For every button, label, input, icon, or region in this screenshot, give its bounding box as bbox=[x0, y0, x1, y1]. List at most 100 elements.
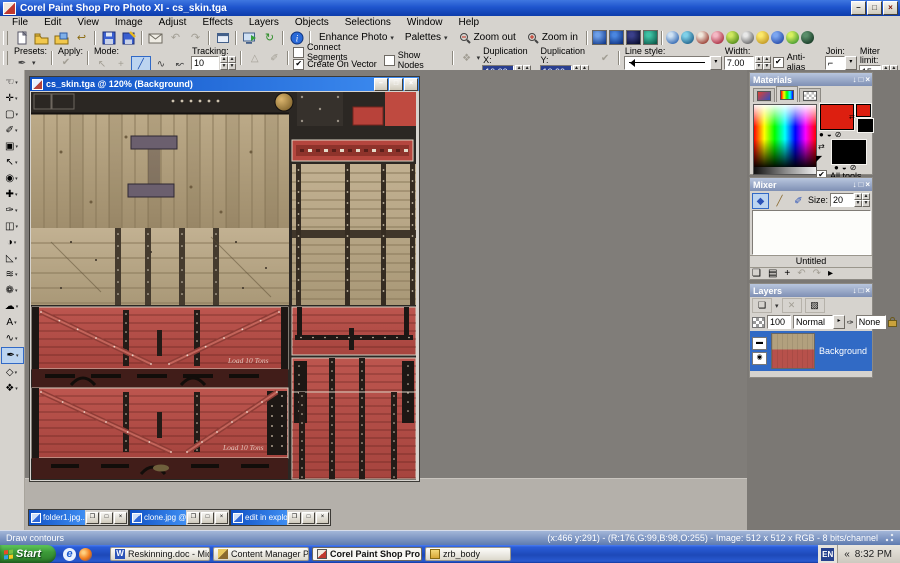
menu-view[interactable]: View bbox=[69, 17, 107, 28]
close-button[interactable]: × bbox=[316, 512, 329, 524]
color-picker[interactable] bbox=[753, 104, 817, 168]
new-button[interactable] bbox=[12, 30, 31, 46]
chevron-right-icon[interactable]: ▸ bbox=[833, 315, 845, 329]
effect-diamond-icon[interactable] bbox=[771, 31, 784, 44]
task-button-4[interactable]: zrb_body bbox=[425, 547, 511, 561]
start-button[interactable]: Start bbox=[0, 545, 56, 563]
effect-blue-icon[interactable] bbox=[609, 30, 624, 45]
close-button[interactable]: × bbox=[883, 1, 898, 15]
node-type-icon[interactable]: ❖ bbox=[458, 51, 476, 65]
crop-tool[interactable]: ▣▾ bbox=[1, 139, 22, 154]
clock[interactable]: 8:32 PM bbox=[855, 549, 892, 560]
import-button[interactable]: ↩ bbox=[72, 30, 91, 46]
rainbow-tab[interactable] bbox=[776, 86, 798, 102]
swatches-tab[interactable] bbox=[799, 88, 821, 102]
chevron-down-icon[interactable]: ▾ bbox=[32, 59, 36, 67]
connect-segments-checkbox[interactable]: Connect Segments bbox=[293, 47, 382, 58]
task-button-1[interactable]: WReskinning.doc - Microso... bbox=[110, 547, 210, 561]
minimized-window[interactable]: folder1.jpg...❐□× bbox=[28, 509, 129, 526]
menu-layers[interactable]: Layers bbox=[241, 17, 287, 28]
mixer-titlebar[interactable]: Mixer ↓ □ × bbox=[750, 178, 872, 191]
transparent-toggle-icon[interactable]: ◤ bbox=[816, 154, 822, 163]
lock-icon[interactable] bbox=[888, 320, 897, 327]
layer-row-background[interactable]: ▬ ◉ Background bbox=[750, 331, 872, 371]
minimized-window[interactable]: edit in explo...❐□× bbox=[230, 509, 331, 526]
refresh-button[interactable]: ↻ bbox=[260, 30, 279, 46]
line-style-dropdown[interactable]: ▾ bbox=[624, 56, 722, 70]
flood-fill-tool[interactable]: ❖▾ bbox=[1, 381, 22, 396]
unmix-icon[interactable]: ↶ bbox=[797, 268, 805, 279]
width-spinner[interactable]: ▲▼▲▼ bbox=[755, 56, 771, 70]
float-icon[interactable]: □ bbox=[858, 181, 863, 189]
restore-button[interactable]: ❐ bbox=[86, 512, 99, 524]
restore-button[interactable]: ❐ bbox=[187, 512, 200, 524]
join-dropdown[interactable]: ⌐ ▾ bbox=[825, 56, 857, 70]
pick-tool[interactable]: ↖▾ bbox=[1, 155, 22, 170]
browse-button[interactable] bbox=[52, 30, 71, 46]
menu-selections[interactable]: Selections bbox=[337, 17, 399, 28]
float-icon[interactable]: □ bbox=[858, 287, 863, 295]
load-mixer-page-icon[interactable]: ▤ bbox=[768, 268, 777, 279]
apply-button[interactable]: ✔ bbox=[57, 56, 75, 69]
frame-tab[interactable] bbox=[753, 88, 775, 102]
pen-tool[interactable]: ✒▾ bbox=[1, 347, 24, 364]
document-titlebar[interactable]: cs_skin.tga @ 120% (Background) – □ × bbox=[30, 77, 419, 91]
maximize-button[interactable]: □ bbox=[201, 512, 214, 524]
doc-close-button[interactable]: × bbox=[404, 78, 418, 91]
node-pen-icon[interactable]: ✐ bbox=[266, 51, 284, 65]
effect-stamp-icon[interactable] bbox=[711, 31, 724, 44]
foreground-color-mini[interactable] bbox=[856, 104, 871, 117]
edit-selection-icon[interactable]: ▨ bbox=[805, 298, 825, 313]
presets-button[interactable]: ✒ bbox=[13, 56, 31, 70]
layers-titlebar[interactable]: Layers ↓ □ × bbox=[750, 284, 872, 297]
resize-button[interactable] bbox=[213, 30, 232, 46]
zoom-in-button[interactable]: Zoom in bbox=[522, 30, 583, 46]
mixer-knife-icon[interactable]: ╱ bbox=[771, 193, 788, 209]
transparent-style-icon[interactable]: ⊘ bbox=[835, 130, 842, 139]
contiguous-icon[interactable]: △ bbox=[246, 51, 264, 65]
menu-effects[interactable]: Effects bbox=[194, 17, 240, 28]
anti-alias-checkbox[interactable]: ✔Anti-alias bbox=[773, 57, 823, 68]
effect-browser-icon[interactable] bbox=[592, 30, 607, 45]
task-button-2[interactable]: Content Manager Plus bbox=[213, 547, 309, 561]
width-input[interactable]: 7.00 bbox=[724, 56, 754, 70]
panel-close-icon[interactable]: × bbox=[865, 287, 870, 295]
chevron-down-icon[interactable]: ▾ bbox=[710, 56, 722, 70]
knife-mode-icon[interactable]: + bbox=[112, 57, 130, 71]
float-icon[interactable]: □ bbox=[858, 76, 863, 84]
effect-sphere-icon[interactable] bbox=[626, 30, 641, 45]
menu-file[interactable]: File bbox=[4, 17, 36, 28]
panel-close-icon[interactable]: × bbox=[865, 181, 870, 189]
tracking-spinner[interactable]: ▲▼▲▼ bbox=[220, 56, 236, 70]
capture-button[interactable] bbox=[240, 30, 259, 46]
chevron-down-icon[interactable]: ▾ bbox=[477, 54, 481, 62]
new-mixer-page-icon[interactable]: ❏ bbox=[752, 268, 761, 279]
new-layer-icon[interactable]: ❏ bbox=[752, 298, 772, 313]
mixer-tube-icon[interactable]: ◆ bbox=[752, 193, 769, 209]
gray-picker[interactable] bbox=[753, 167, 817, 175]
materials-titlebar[interactable]: Materials ↓ □ × bbox=[750, 73, 872, 86]
airbrush-tool[interactable]: ☁▾ bbox=[1, 299, 22, 314]
maximize-button[interactable]: □ bbox=[302, 512, 315, 524]
app-titlebar[interactable]: Corel Paint Shop Pro Photo XI - cs_skin.… bbox=[0, 0, 900, 16]
maximize-button[interactable]: □ bbox=[100, 512, 113, 524]
save-as-button[interactable] bbox=[119, 30, 138, 46]
mixer-canvas[interactable] bbox=[752, 210, 871, 255]
toolbar-handle[interactable] bbox=[3, 51, 8, 65]
layer-eye-icon[interactable]: ◉ bbox=[752, 352, 767, 365]
makeover-tool[interactable]: ✚▾ bbox=[1, 187, 22, 202]
doc-minimize-button[interactable]: – bbox=[374, 78, 388, 91]
opacity-input[interactable]: 100 bbox=[767, 315, 791, 329]
selection-tool[interactable]: ▢▾ bbox=[1, 107, 22, 122]
task-button-3[interactable]: Corel Paint Shop Pro ... bbox=[312, 547, 422, 561]
menu-image[interactable]: Image bbox=[107, 17, 151, 28]
menu-window[interactable]: Window bbox=[399, 17, 451, 28]
background-swatch[interactable] bbox=[832, 140, 866, 164]
brush-tool[interactable]: ✑▾ bbox=[1, 203, 22, 218]
size-spinner[interactable]: ▲▼▲▼ bbox=[854, 193, 870, 207]
create-on-vector-checkbox[interactable]: ✔Create On Vector bbox=[293, 59, 382, 70]
internet-explorer-icon[interactable]: e bbox=[63, 548, 76, 561]
show-nodes-checkbox[interactable]: Show Nodes bbox=[384, 55, 448, 66]
freehand-mode-icon[interactable]: ↜ bbox=[171, 57, 189, 71]
link-set-value[interactable]: None bbox=[856, 315, 886, 329]
